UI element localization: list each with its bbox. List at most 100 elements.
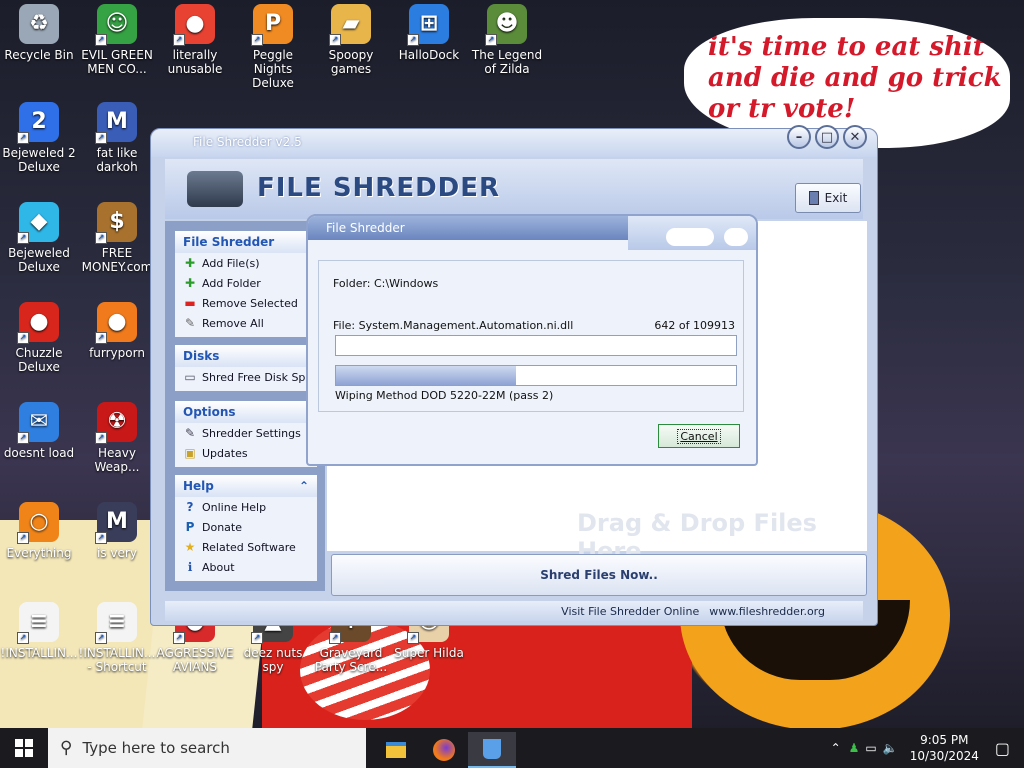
file-label: File: System.Management.Automation.ni.dl… (333, 319, 574, 332)
desktop-icon-label: Peggle Nights Deluxe (252, 48, 294, 90)
desktop-icon[interactable]: ♻ Recycle Bin (0, 4, 78, 62)
tray-volume-icon[interactable]: 🔈 (883, 741, 898, 755)
desktop-icon-label: fat like darkoh (96, 146, 138, 174)
donate-link[interactable]: P Donate (175, 517, 317, 537)
desktop-icon[interactable]: 2 ↗ Bejeweled 2 Deluxe (0, 102, 78, 174)
disk-icon: ▭ (184, 370, 196, 384)
cancel-label: Cancel (677, 428, 721, 444)
add-files-link[interactable]: ✚ Add File(s) (175, 253, 317, 273)
desktop-icon[interactable]: M ↗ fat like darkoh (78, 102, 156, 174)
file-count: 642 of 109913 (654, 319, 735, 332)
desktop-icon[interactable]: ☻ ↗ The Legend of Zilda (468, 4, 546, 76)
shortcut-arrow-icon: ↗ (173, 632, 185, 644)
collapse-chevron-icon[interactable]: ⌃ (299, 479, 309, 493)
desktop-icon[interactable]: ● ↗ literally unusable (156, 4, 234, 76)
thunderbird-icon: ✉ ↗ (17, 402, 59, 444)
desktop-icon-label: literally unusable (167, 48, 223, 76)
taskbar-search-box[interactable]: ⚲ Type here to search (48, 728, 366, 768)
start-button[interactable] (0, 728, 48, 768)
add-folder-link[interactable]: ✚ Add Folder (175, 273, 317, 293)
chrome-icon: ● ↗ (173, 4, 215, 46)
desktop-icon-label: Chuzzle Deluxe (15, 346, 63, 374)
tray-user-icon[interactable]: ♟ (849, 741, 860, 755)
dialog-pill-deco-2 (724, 228, 748, 246)
desktop-icon[interactable]: ≡ ↗ !INSTALLIN... - Shortcut (78, 602, 156, 674)
desktop-icon[interactable]: P ↗ Peggle Nights Deluxe (234, 4, 312, 90)
mpl-icon: M ↗ (95, 502, 137, 544)
notification-icon[interactable]: ▢ (995, 739, 1010, 758)
desktop-icon-label: Heavy Weap... (94, 446, 140, 474)
cancel-button[interactable]: Cancel (658, 424, 740, 448)
shortcut-arrow-icon: ↗ (407, 632, 419, 644)
disks-panel-title: Disks (175, 345, 317, 367)
file-explorer-taskbar-icon[interactable] (372, 732, 420, 768)
shortcut-arrow-icon: ↗ (485, 34, 497, 46)
remove-all-label: Remove All (202, 316, 264, 330)
desktop-icon[interactable]: ▰ ↗ Spoopy games (312, 4, 390, 76)
desktop-icon[interactable]: ☢ ↗ Heavy Weap... (78, 402, 156, 474)
bejeweled2-icon: 2 ↗ (17, 102, 59, 144)
shortcut-arrow-icon: ↗ (17, 632, 29, 644)
desktop-icon-label: furryporn (89, 346, 145, 360)
shortcut-arrow-icon: ↗ (407, 34, 419, 46)
firefox-icon: ● ↗ (95, 302, 137, 344)
tray-chevron-up-icon[interactable]: ⌃ (831, 741, 841, 755)
footer: Visit File Shredder Online www.fileshred… (165, 601, 863, 621)
shortcut-arrow-icon: ↗ (95, 432, 107, 444)
desktop-icon-label: Everything (6, 546, 72, 560)
folder-icon: ▰ ↗ (329, 4, 371, 46)
online-help-link[interactable]: ? Online Help (175, 497, 317, 517)
shortcut-arrow-icon: ↗ (329, 632, 341, 644)
desktop-icon-label: Graveyard Party Scre... (314, 646, 388, 674)
search-icon: ⚲ (60, 738, 73, 758)
desktop-icon-label: is very (97, 546, 137, 560)
help-title: Help (183, 479, 214, 493)
desktop-icon[interactable]: ⊞ ↗ HalloDock (390, 4, 468, 62)
remove-selected-link[interactable]: ▬ Remove Selected (175, 293, 317, 313)
folder-label: Folder: C:\Windows (333, 277, 439, 290)
desktop-icon[interactable]: ✉ ↗ doesnt load (0, 402, 78, 460)
chuzzle-icon: ● ↗ (17, 302, 59, 344)
desktop-icon[interactable]: ☺ ↗ EVIL GREEN MEN CO... (78, 4, 156, 76)
desktop-icon-label: Recycle Bin (4, 48, 74, 62)
desktop-icon[interactable]: ● ↗ Chuzzle Deluxe (0, 302, 78, 374)
info-icon: ℹ (187, 560, 193, 574)
window-title: File Shredder v2.5 (193, 135, 302, 149)
shred-files-now-button[interactable]: Shred Files Now.. (331, 554, 867, 596)
search-placeholder: Type here to search (82, 739, 230, 757)
zilda-icon: ☻ ↗ (485, 4, 527, 46)
about-link[interactable]: ℹ About (175, 557, 317, 577)
peggle-icon: P ↗ (251, 4, 293, 46)
desktop-icon-label: !INSTALLIN... (0, 646, 78, 660)
window-titlebar[interactable]: File Shredder v2.5 – □ ✕ (151, 125, 877, 157)
dialog-pill-deco (666, 228, 714, 246)
shredder-settings-link[interactable]: ✎ Shredder Settings (175, 423, 317, 443)
firefox-taskbar-icon[interactable] (420, 732, 468, 768)
desktop-icon[interactable]: M ↗ is very (78, 502, 156, 560)
desktop-icon[interactable]: ◆ ↗ Bejeweled Deluxe (0, 202, 78, 274)
taskbar: ⚲ Type here to search ⌃ ♟ ▭ 🔈 9:05 PM 10… (0, 728, 1024, 768)
tray-network-icon[interactable]: ▭ (865, 741, 876, 755)
taskbar-clock[interactable]: 9:05 PM 10/30/2024 (910, 732, 979, 764)
wiping-method-label: Wiping Method DOD 5220-22M (pass 2) (335, 389, 554, 402)
exit-button[interactable]: Exit (795, 183, 861, 213)
desktop-icon[interactable]: $ ↗ FREE MONEY.com (78, 202, 156, 274)
footer-url-link[interactable]: www.fileshredder.org (709, 605, 825, 618)
file-shredder-taskbar-icon[interactable] (468, 732, 516, 768)
eraser-icon: ✎ (184, 316, 196, 330)
shred-free-space-link[interactable]: ▭ Shred Free Disk Space (175, 367, 317, 387)
close-button[interactable]: ✕ (843, 125, 867, 149)
maximize-button[interactable]: □ (815, 125, 839, 149)
desktop-icon[interactable]: ○ ↗ Everything (0, 502, 78, 560)
system-tray: ⌃ ♟ ▭ 🔈 9:05 PM 10/30/2024 ▢ (831, 728, 1024, 768)
related-software-link[interactable]: ★ Related Software (175, 537, 317, 557)
door-icon (808, 191, 819, 205)
minimize-button[interactable]: – (787, 125, 811, 149)
updates-link[interactable]: ▣ Updates (175, 443, 317, 463)
remove-all-link[interactable]: ✎ Remove All (175, 313, 317, 333)
desktop-icon[interactable]: ≡ ↗ !INSTALLIN... (0, 602, 78, 660)
dialog-title[interactable]: File Shredder (308, 216, 628, 240)
desktop-icon[interactable]: ● ↗ furryporn (78, 302, 156, 360)
dialog-body: Folder: C:\Windows File: System.Manageme… (318, 260, 744, 412)
shredder-settings-label: Shredder Settings (202, 426, 301, 440)
